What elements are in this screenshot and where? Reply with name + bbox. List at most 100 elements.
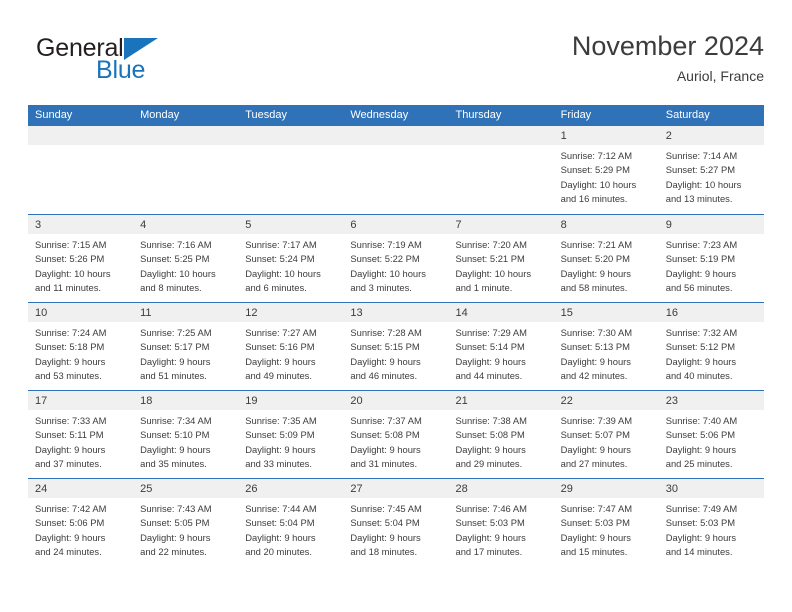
daylight-text: Daylight: 9 hours: [455, 443, 526, 455]
day-cell-13[interactable]: 13 Sunrise: 7:28 AM Sunset: 5:15 PM Dayligh…: [343, 303, 449, 390]
day-number-band: 2: [658, 126, 764, 145]
day-cell-19[interactable]: 19 Sunrise: 7:35 AM Sunset: 5:09 PM Dayligh…: [238, 391, 344, 478]
day-cell-11[interactable]: 11 Sunrise: 7:25 AM Sunset: 5:17 PM Dayligh…: [133, 303, 239, 390]
day-details: Sunrise: 7:29 AM Sunset: 5:14 PM Daylight:…: [449, 322, 554, 384]
day-number: 29: [560, 483, 573, 495]
sunrise-text: Sunrise: 7:32 AM: [665, 327, 738, 338]
day-cell-24[interactable]: 24 Sunrise: 7:42 AM Sunset: 5:06 PM Dayligh…: [28, 479, 134, 566]
day-cell-23[interactable]: 23 Sunrise: 7:40 AM Sunset: 5:06 PM Dayligh…: [658, 391, 764, 478]
day-details: Sunrise: 7:32 AM Sunset: 5:12 PM Daylight:…: [659, 322, 764, 384]
day-number-band: 22: [553, 391, 659, 410]
day-cell-14[interactable]: 14 Sunrise: 7:29 AM Sunset: 5:14 PM Dayligh…: [448, 303, 554, 390]
day-cell-26[interactable]: 26 Sunrise: 7:44 AM Sunset: 5:04 PM Dayligh…: [238, 479, 344, 566]
sunset-text: Sunset: 5:08 PM: [350, 429, 420, 441]
day-details: Sunrise: 7:25 AM Sunset: 5:17 PM Daylight:…: [133, 322, 238, 384]
day-cell-9[interactable]: 9 Sunrise: 7:23 AM Sunset: 5:19 PM Daylight…: [658, 215, 764, 302]
day-cell-28[interactable]: 28 Sunrise: 7:46 AM Sunset: 5:03 PM Dayligh…: [448, 479, 554, 566]
day-details: Sunrise: 7:17 AM Sunset: 5:24 PM Daylight:…: [238, 234, 343, 296]
day-cell-29[interactable]: 29 Sunrise: 7:47 AM Sunset: 5:03 PM Dayligh…: [553, 479, 659, 566]
day-number: 5: [245, 219, 252, 231]
day-details: Sunrise: 7:47 AM Sunset: 5:03 PM Daylight:…: [554, 498, 659, 560]
day-number: 12: [245, 307, 258, 319]
sunrise-text: Sunrise: 7:23 AM: [665, 239, 738, 250]
sunrise-text: Sunrise: 7:17 AM: [245, 239, 317, 250]
sunset-text: Sunset: 5:04 PM: [350, 517, 420, 529]
day-number-band: [238, 126, 344, 145]
sunrise-text: Sunrise: 7:33 AM: [35, 415, 107, 426]
day-number-band: 27: [343, 479, 449, 498]
day-cell-21[interactable]: 21 Sunrise: 7:38 AM Sunset: 5:08 PM Dayligh…: [448, 391, 554, 478]
brand-name-blue: Blue: [96, 56, 146, 84]
day-number-band: 8: [553, 215, 659, 234]
day-cell-empty: [238, 126, 344, 214]
masthead: General Blue November 2024 Auriol, Franc…: [28, 30, 764, 92]
day-number-band: 6: [343, 215, 449, 234]
brand-logo[interactable]: General Blue: [36, 34, 216, 90]
day-cell-12[interactable]: 12 Sunrise: 7:27 AM Sunset: 5:16 PM Dayligh…: [238, 303, 344, 390]
daylight-text: Daylight: 9 hours: [665, 355, 737, 367]
day-cell-15[interactable]: 15 Sunrise: 7:30 AM Sunset: 5:13 PM Dayligh…: [553, 303, 659, 390]
day-cell-22[interactable]: 22 Sunrise: 7:39 AM Sunset: 5:07 PM Dayligh…: [553, 391, 659, 478]
sunrise-text: Sunrise: 7:28 AM: [350, 327, 422, 338]
day-number: 10: [35, 307, 48, 319]
day-cell-18[interactable]: 18 Sunrise: 7:34 AM Sunset: 5:10 PM Dayligh…: [133, 391, 239, 478]
sunset-text: Sunset: 5:15 PM: [350, 341, 420, 353]
sunrise-text: Sunrise: 7:24 AM: [35, 327, 107, 338]
daylight-text: Daylight: 10 hours: [560, 178, 637, 190]
daylight-text: Daylight: 10 hours: [140, 267, 216, 279]
day-cell-4[interactable]: 4 Sunrise: 7:16 AM Sunset: 5:25 PM Daylight…: [133, 215, 239, 302]
day-number-band: [448, 126, 554, 145]
day-cell-8[interactable]: 8 Sunrise: 7:21 AM Sunset: 5:20 PM Daylight…: [553, 215, 659, 302]
sunset-text: Sunset: 5:22 PM: [350, 253, 420, 265]
day-cell-20[interactable]: 20 Sunrise: 7:37 AM Sunset: 5:08 PM Dayligh…: [343, 391, 449, 478]
day-cell-16[interactable]: 16 Sunrise: 7:32 AM Sunset: 5:12 PM Dayligh…: [658, 303, 764, 390]
sunset-text: Sunset: 5:24 PM: [245, 253, 315, 265]
day-details: [133, 145, 238, 149]
day-cell-1[interactable]: 1 Sunrise: 7:12 AM Sunset: 5:29 PM Daylight…: [553, 126, 659, 214]
day-cell-2[interactable]: 2 Sunrise: 7:14 AM Sunset: 5:27 PM Daylight…: [658, 126, 764, 214]
day-cell-6[interactable]: 6 Sunrise: 7:19 AM Sunset: 5:22 PM Daylight…: [343, 215, 449, 302]
day-details: Sunrise: 7:20 AM Sunset: 5:21 PM Daylight:…: [449, 234, 554, 296]
sunset-text: Sunset: 5:26 PM: [35, 253, 105, 265]
day-details: Sunrise: 7:33 AM Sunset: 5:11 PM Daylight:…: [28, 410, 133, 472]
daylight-text-cont: and 33 minutes.: [245, 458, 312, 470]
day-number: 16: [665, 307, 678, 319]
sunrise-text: Sunrise: 7:27 AM: [245, 327, 317, 338]
day-number: 13: [350, 307, 363, 319]
daylight-text: Daylight: 9 hours: [140, 531, 211, 543]
day-details: Sunrise: 7:16 AM Sunset: 5:25 PM Daylight:…: [133, 234, 238, 296]
day-number: 15: [560, 307, 573, 319]
weekday-header-thursday: Thursday: [455, 109, 502, 121]
day-cell-3[interactable]: 3 Sunrise: 7:15 AM Sunset: 5:26 PM Daylight…: [28, 215, 134, 302]
daylight-text: Daylight: 10 hours: [350, 267, 426, 279]
sunset-text: Sunset: 5:03 PM: [560, 517, 630, 529]
weekday-header-wednesday: Wednesday: [350, 109, 409, 121]
day-cell-27[interactable]: 27 Sunrise: 7:45 AM Sunset: 5:04 PM Dayligh…: [343, 479, 449, 566]
day-number-band: 14: [448, 303, 554, 322]
day-cell-30[interactable]: 30 Sunrise: 7:49 AM Sunset: 5:03 PM Dayligh…: [658, 479, 764, 566]
day-cell-17[interactable]: 17 Sunrise: 7:33 AM Sunset: 5:11 PM Dayligh…: [28, 391, 134, 478]
day-number: 4: [140, 219, 147, 231]
day-number-band: 4: [133, 215, 239, 234]
daylight-text: Daylight: 9 hours: [140, 355, 211, 367]
day-number: 11: [140, 307, 152, 319]
day-cell-7[interactable]: 7 Sunrise: 7:20 AM Sunset: 5:21 PM Daylight…: [448, 215, 554, 302]
day-number-band: 16: [658, 303, 764, 322]
day-number-band: 9: [658, 215, 764, 234]
day-cell-10[interactable]: 10 Sunrise: 7:24 AM Sunset: 5:18 PM Dayligh…: [28, 303, 134, 390]
daylight-text-cont: and 16 minutes.: [560, 193, 628, 205]
daylight-text: Daylight: 9 hours: [245, 531, 316, 543]
sunrise-text: Sunrise: 7:14 AM: [665, 150, 738, 161]
daylight-text: Daylight: 9 hours: [560, 355, 631, 367]
daylight-text: Daylight: 9 hours: [560, 531, 631, 543]
daylight-text-cont: and 13 minutes.: [665, 193, 733, 205]
daylight-text-cont: and 1 minute.: [455, 282, 513, 294]
sunset-text: Sunset: 5:27 PM: [665, 164, 736, 176]
day-cell-5[interactable]: 5 Sunrise: 7:17 AM Sunset: 5:24 PM Daylight…: [238, 215, 344, 302]
day-cell-25[interactable]: 25 Sunrise: 7:43 AM Sunset: 5:05 PM Dayligh…: [133, 479, 239, 566]
daylight-text-cont: and 14 minutes.: [665, 546, 733, 558]
daylight-text: Daylight: 9 hours: [455, 355, 526, 367]
sunset-text: Sunset: 5:17 PM: [140, 341, 210, 353]
day-number: 23: [665, 395, 678, 407]
daylight-text: Daylight: 9 hours: [245, 443, 316, 455]
